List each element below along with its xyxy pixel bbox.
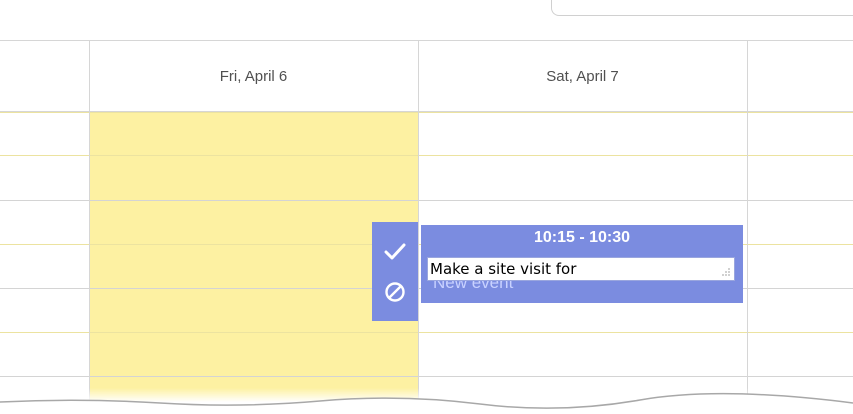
grid-line-hour (0, 376, 853, 377)
resize-grip-icon[interactable] (719, 267, 731, 277)
column-divider (89, 40, 90, 410)
column-divider (418, 40, 419, 410)
search-field-edge[interactable] (551, 0, 853, 16)
event-title-value: Make a site visit for (430, 260, 577, 278)
column-divider (747, 40, 748, 410)
time-column-header (0, 40, 89, 112)
grid-line (0, 112, 853, 113)
grid-line (0, 332, 853, 333)
event-time-range: 10:15 - 10:30 (533, 229, 631, 246)
new-event-block[interactable]: 10:15 - 10:30 New event Make a site visi… (421, 225, 743, 303)
checkmark-icon[interactable] (379, 236, 411, 268)
day-header-sat-april-7[interactable]: Sat, April 7 (418, 40, 747, 112)
event-action-bar (372, 222, 418, 321)
torn-edge-decoration (0, 388, 853, 414)
grid-line (0, 155, 853, 156)
event-title-input[interactable]: Make a site visit for (427, 257, 735, 281)
day-header-next[interactable] (747, 40, 853, 112)
cancel-icon[interactable] (379, 276, 411, 308)
grid-line-hour (0, 200, 853, 201)
day-header-fri-april-6[interactable]: Fri, April 6 (89, 40, 418, 112)
